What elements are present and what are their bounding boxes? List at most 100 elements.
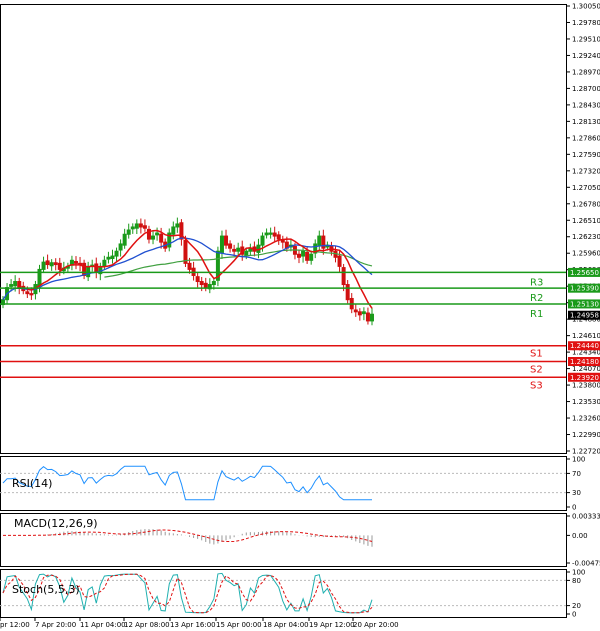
- candle-bull: [236, 247, 241, 252]
- time-tick-label: 15 Apr 00:00: [216, 621, 262, 629]
- candle-bear: [73, 261, 78, 264]
- candle-bear: [345, 284, 350, 301]
- candle-bear: [232, 248, 237, 252]
- price-tick-label: 1.30050: [572, 3, 600, 11]
- level-price-tag-text: 1.24180: [570, 358, 599, 366]
- macd-tick-label: 0.003335: [572, 513, 600, 521]
- rsi-label: RSI(14): [12, 477, 52, 490]
- level-label-s3: S3: [530, 380, 543, 391]
- candle-bull: [268, 232, 273, 235]
- price-tick-label: 1.22720: [572, 448, 600, 456]
- candle-bear: [138, 223, 143, 228]
- candle-bear: [94, 263, 99, 273]
- candle-bull: [13, 281, 18, 287]
- candle-bull: [260, 235, 265, 246]
- candle-bull: [114, 250, 119, 257]
- price-tick-label: 1.28970: [572, 68, 600, 76]
- candle-bear: [353, 309, 358, 313]
- level-label-r1: R1: [530, 309, 543, 320]
- stoch-tick-label: 100: [572, 569, 585, 577]
- level-label-s1: S1: [530, 349, 543, 360]
- candle-bear: [341, 267, 346, 286]
- price-tick-label: 1.28430: [572, 101, 600, 109]
- rsi-tick-label: 0: [572, 504, 576, 512]
- candle-bull: [219, 235, 224, 253]
- candle-bull: [41, 261, 46, 270]
- chart-window: 1.30050 1.29780 1.29510 1.29240 1.28970 1.287…: [0, 0, 600, 631]
- forex-chart: 1.30050 1.29780 1.29510 1.29240 1.28970 1.287…: [0, 3, 600, 629]
- candle-bull: [317, 235, 322, 246]
- candle-bear: [272, 232, 277, 237]
- candle-bear: [187, 262, 192, 270]
- candle-bear: [183, 239, 188, 264]
- price-tick-label: 1.23800: [572, 382, 600, 390]
- time-tick-label: 12 Apr 08:00: [124, 621, 170, 629]
- macd-tick-label: 0.00: [572, 532, 588, 540]
- candle-bear: [195, 276, 200, 283]
- price-tick-label: 1.23530: [572, 398, 600, 406]
- last-price-tag-text: 1.24958: [570, 312, 599, 320]
- level-price-tag-text: 1.25650: [570, 269, 599, 277]
- stoch-tick-label: 80: [572, 577, 581, 585]
- macd-tick-label: -0.00475: [572, 560, 600, 568]
- time-tick-label: 7 Apr 20:00: [35, 621, 76, 629]
- candle-bear: [57, 262, 62, 270]
- price-tick-label: 1.26230: [572, 233, 600, 241]
- stoch-tick-label: 20: [572, 602, 581, 610]
- candle-bull: [86, 265, 91, 278]
- price-tick-label: 1.26510: [572, 217, 600, 225]
- candle-bull: [264, 232, 269, 236]
- candle-bull: [106, 256, 111, 260]
- candle-bull: [175, 223, 180, 228]
- time-tick-label: 11 Apr 04:00: [80, 621, 126, 629]
- candle-bull: [211, 281, 216, 286]
- candle-bull: [309, 253, 314, 261]
- candle-bull: [361, 311, 366, 315]
- rsi-tick-label: 70: [572, 470, 581, 478]
- candle-bull: [134, 223, 139, 229]
- candle-bear: [25, 291, 30, 295]
- candle-bull: [370, 313, 374, 322]
- candle-bear: [53, 262, 58, 266]
- price-tick-label: 1.25960: [572, 250, 600, 258]
- candle-bear: [276, 234, 281, 240]
- price-tick-label: 1.27590: [572, 151, 600, 159]
- time-tick-label: 19 Apr 12:00: [309, 621, 355, 629]
- candle-bull: [126, 229, 131, 235]
- candle-bull: [155, 232, 160, 236]
- candle-bear: [357, 311, 362, 316]
- candle-bear: [45, 260, 50, 266]
- price-tick-label: 1.26780: [572, 200, 600, 208]
- level-price-tag-text: 1.23920: [570, 374, 599, 382]
- level-price-tag-text: 1.25130: [570, 300, 599, 308]
- stoch-tick-label: 0: [572, 611, 576, 619]
- time-tick-label: 20 Apr 20:00: [353, 621, 399, 629]
- candle-bear: [365, 312, 370, 322]
- price-tick-label: 1.29240: [572, 52, 600, 60]
- price-tick-label: 1.29510: [572, 35, 600, 43]
- level-label-r2: R2: [530, 293, 543, 304]
- candle-bear: [305, 251, 310, 261]
- candle-bear: [228, 243, 233, 249]
- candle-bull: [9, 284, 14, 287]
- time-tick-label: pr 12:00: [0, 621, 30, 629]
- price-tick-label: 1.27860: [572, 134, 600, 142]
- candle-bear: [29, 293, 34, 296]
- candle-bear: [82, 262, 87, 276]
- candle-bull: [110, 255, 115, 259]
- candle-bear: [297, 253, 302, 258]
- level-label-r3: R3: [530, 277, 543, 288]
- price-tick-label: 1.23260: [572, 415, 600, 423]
- price-tick-label: 1.24610: [572, 332, 600, 340]
- main-price-panel: [0, 4, 567, 454]
- candle-bull: [301, 250, 306, 257]
- candle-bull: [130, 226, 135, 230]
- candle-bull: [118, 243, 123, 251]
- candle-bear: [142, 225, 147, 229]
- candle-bull: [49, 262, 54, 267]
- candle-bull: [171, 226, 176, 235]
- candle-bull: [151, 235, 156, 240]
- macd-label: MACD(12,26,9): [14, 517, 98, 530]
- candle-bear: [280, 239, 285, 243]
- candle-bear: [159, 233, 164, 243]
